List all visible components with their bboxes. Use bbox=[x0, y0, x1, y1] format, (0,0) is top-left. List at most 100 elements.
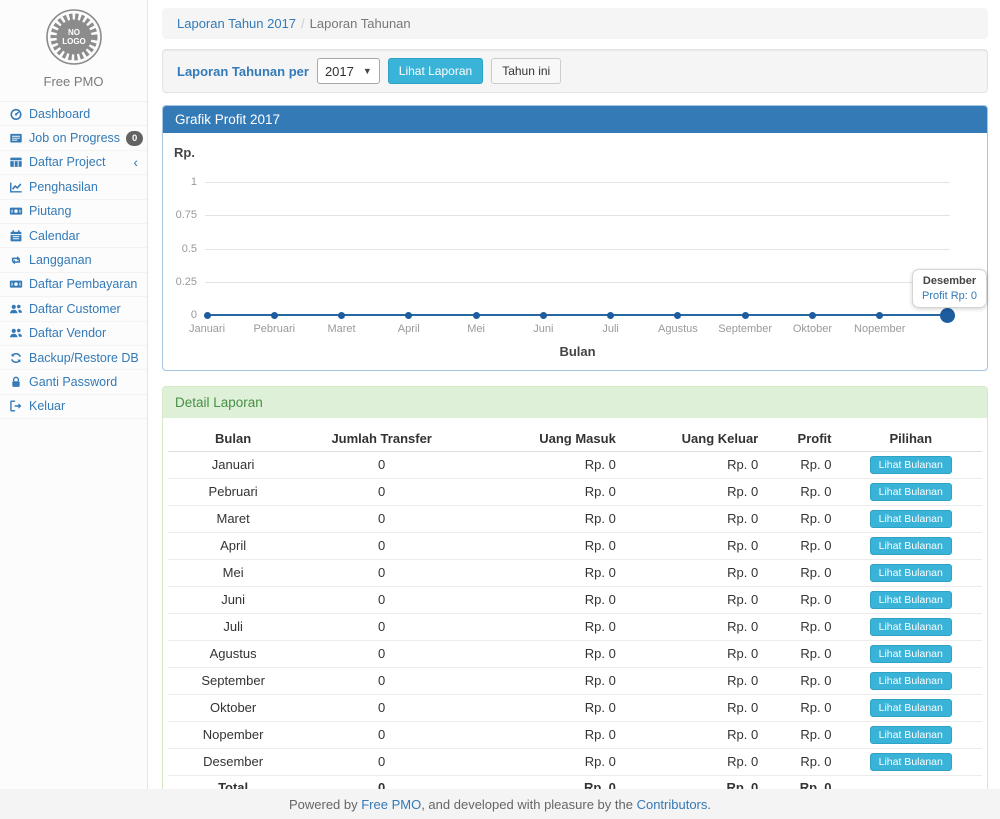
chart-point-juni[interactable] bbox=[540, 312, 547, 319]
cell-bulan: Desember bbox=[168, 749, 298, 776]
sidebar-item-ganti-password[interactable]: Ganti Password bbox=[0, 370, 147, 394]
chart-tooltip: DesemberProfit Rp: 0 bbox=[912, 269, 987, 308]
cell-jumlah: 0 bbox=[298, 560, 465, 587]
view-monthly-button[interactable]: Lihat Bulanan bbox=[870, 672, 952, 690]
chart-point-juli[interactable] bbox=[607, 312, 614, 319]
cell-masuk: Rp. 0 bbox=[465, 533, 624, 560]
cell-profit: Rp. 0 bbox=[766, 749, 839, 776]
sidebar-item-calendar[interactable]: Calendar bbox=[0, 224, 147, 248]
money-icon bbox=[9, 204, 23, 218]
sidebar-item-daftar-customer[interactable]: Daftar Customer bbox=[0, 297, 147, 321]
cell-profit: Rp. 0 bbox=[766, 587, 839, 614]
cell-profit: Rp. 0 bbox=[766, 506, 839, 533]
view-monthly-button[interactable]: Lihat Bulanan bbox=[870, 726, 952, 744]
chart-y-tick: 0.75 bbox=[163, 209, 197, 221]
sidebar-item-piutang[interactable]: Piutang bbox=[0, 200, 147, 224]
sidebar-item-keluar[interactable]: Keluar bbox=[0, 395, 147, 419]
cell-profit: Rp. 0 bbox=[766, 560, 839, 587]
chart-line-segment bbox=[409, 314, 476, 317]
view-report-button[interactable]: Lihat Laporan bbox=[388, 58, 483, 84]
sidebar-item-label: Backup/Restore DB bbox=[29, 351, 139, 365]
cell-bulan: Pebruari bbox=[168, 479, 298, 506]
chart-line-segment bbox=[543, 314, 610, 317]
cell-jumlah: 0 bbox=[298, 533, 465, 560]
profit-chart: Rp.00.250.50.751JanuariPebruariMaretApri… bbox=[163, 133, 987, 370]
footer-link-contributors[interactable]: Contributors bbox=[637, 797, 708, 812]
view-monthly-button[interactable]: Lihat Bulanan bbox=[870, 699, 952, 717]
tooltip-value: Profit Rp: 0 bbox=[922, 290, 977, 302]
chart-point-mei[interactable] bbox=[473, 312, 480, 319]
view-monthly-button[interactable]: Lihat Bulanan bbox=[870, 510, 952, 528]
chart-point-september[interactable] bbox=[742, 312, 749, 319]
this-year-button[interactable]: Tahun ini bbox=[491, 58, 561, 84]
sidebar-item-job-on-progress[interactable]: Job on Progress0 bbox=[0, 126, 147, 150]
brand-name: Free PMO bbox=[0, 74, 147, 89]
column-header: Uang Keluar bbox=[624, 426, 766, 452]
sidebar-item-daftar-pembayaran[interactable]: Daftar Pembayaran bbox=[0, 273, 147, 297]
chart-point-nopember[interactable] bbox=[876, 312, 883, 319]
year-select[interactable]: 2017 ▼ bbox=[317, 58, 380, 84]
chart-y-tick: 0.5 bbox=[163, 243, 197, 255]
view-monthly-button[interactable]: Lihat Bulanan bbox=[870, 618, 952, 636]
logo: NO LOGO Free PMO bbox=[0, 0, 147, 89]
view-monthly-button[interactable]: Lihat Bulanan bbox=[870, 645, 952, 663]
cell-keluar: Rp. 0 bbox=[624, 668, 766, 695]
sidebar-item-label: Piutang bbox=[29, 204, 71, 218]
sidebar-item-label: Daftar Customer bbox=[29, 302, 121, 316]
cell-jumlah: 0 bbox=[298, 641, 465, 668]
view-monthly-button[interactable]: Lihat Bulanan bbox=[870, 537, 952, 555]
chart-point-pebruari[interactable] bbox=[271, 312, 278, 319]
no-logo-badge: NO LOGO bbox=[45, 8, 103, 66]
chart-x-tick: Oktober bbox=[777, 323, 847, 335]
sidebar-item-dashboard[interactable]: Dashboard bbox=[0, 102, 147, 126]
cell-keluar: Rp. 0 bbox=[624, 452, 766, 479]
sidebar-menu: DashboardJob on Progress0Daftar Project‹… bbox=[0, 101, 147, 419]
breadcrumb-link[interactable]: Laporan Tahun 2017 bbox=[177, 16, 296, 31]
column-header: Bulan bbox=[168, 426, 298, 452]
view-monthly-button[interactable]: Lihat Bulanan bbox=[870, 456, 952, 474]
table-row: Nopember0Rp. 0Rp. 0Rp. 0Lihat Bulanan bbox=[168, 722, 982, 749]
view-monthly-button[interactable]: Lihat Bulanan bbox=[870, 753, 952, 771]
cell-profit: Rp. 0 bbox=[766, 452, 839, 479]
chart-line-segment bbox=[342, 314, 409, 317]
sidebar: NO LOGO Free PMO DashboardJob on Progres… bbox=[0, 0, 148, 789]
count-badge: 0 bbox=[126, 131, 143, 146]
year-select-value: 2017 bbox=[325, 64, 354, 79]
cell-masuk: Rp. 0 bbox=[465, 641, 624, 668]
table-row: Maret0Rp. 0Rp. 0Rp. 0Lihat Bulanan bbox=[168, 506, 982, 533]
users-icon bbox=[9, 302, 23, 316]
chart-point-april[interactable] bbox=[405, 312, 412, 319]
chart-point-maret[interactable] bbox=[338, 312, 345, 319]
sidebar-item-label: Langganan bbox=[29, 253, 92, 267]
chart-line-segment bbox=[476, 314, 543, 317]
chart-point-desember[interactable] bbox=[940, 308, 955, 323]
sidebar-item-daftar-project[interactable]: Daftar Project‹ bbox=[0, 151, 147, 175]
cell-profit: Rp. 0 bbox=[766, 695, 839, 722]
view-monthly-button[interactable]: Lihat Bulanan bbox=[870, 564, 952, 582]
cell-masuk: Rp. 0 bbox=[465, 560, 624, 587]
sidebar-item-penghasilan[interactable]: Penghasilan bbox=[0, 175, 147, 199]
chart-x-tick: Maret bbox=[307, 323, 377, 335]
view-monthly-button[interactable]: Lihat Bulanan bbox=[870, 591, 952, 609]
sidebar-item-langganan[interactable]: Langganan bbox=[0, 248, 147, 272]
cell-jumlah: 0 bbox=[298, 506, 465, 533]
chart-line-segment bbox=[678, 314, 745, 317]
sidebar-item-daftar-vendor[interactable]: Daftar Vendor bbox=[0, 322, 147, 346]
cell-keluar: Rp. 0 bbox=[624, 587, 766, 614]
sidebar-item-backup-restore-db[interactable]: Backup/Restore DB bbox=[0, 346, 147, 370]
chart-line-segment bbox=[880, 314, 947, 317]
view-monthly-button[interactable]: Lihat Bulanan bbox=[870, 483, 952, 501]
table-row: Oktober0Rp. 0Rp. 0Rp. 0Lihat Bulanan bbox=[168, 695, 982, 722]
cell-bulan: April bbox=[168, 533, 298, 560]
cell-bulan: Juni bbox=[168, 587, 298, 614]
chart-y-tick: 0.25 bbox=[163, 276, 197, 288]
footer-link-freepmo[interactable]: Free PMO bbox=[361, 797, 421, 812]
dashboard-icon bbox=[9, 107, 23, 121]
chart-point-januari[interactable] bbox=[204, 312, 211, 319]
chart-y-axis-label: Rp. bbox=[174, 145, 195, 160]
chart-gridline bbox=[205, 282, 950, 283]
chart-point-agustus[interactable] bbox=[674, 312, 681, 319]
chart-point-oktober[interactable] bbox=[809, 312, 816, 319]
detail-panel-title: Detail Laporan bbox=[163, 387, 987, 418]
cell-jumlah: 0 bbox=[298, 749, 465, 776]
